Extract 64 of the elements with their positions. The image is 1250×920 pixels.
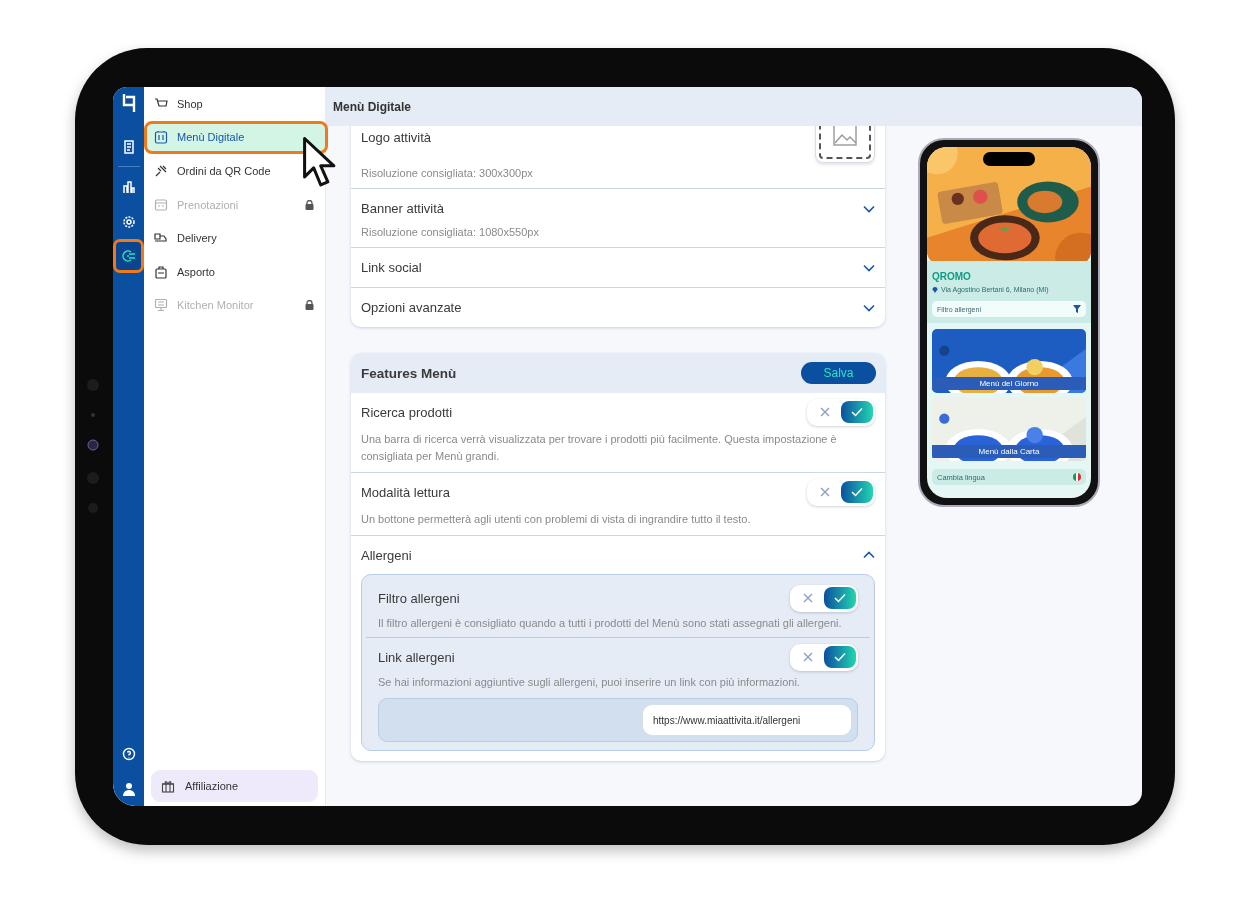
lock-icon bbox=[305, 199, 314, 210]
page-title: Menù Digitale bbox=[333, 99, 411, 114]
monitor-icon bbox=[154, 298, 168, 313]
logo-icon bbox=[121, 93, 136, 113]
flag-icon bbox=[1073, 473, 1081, 481]
toggle-switch[interactable] bbox=[807, 478, 875, 506]
affiliate-button[interactable]: Affiliazione bbox=[151, 770, 318, 802]
setting-label: Ricerca prodotti bbox=[361, 404, 453, 420]
lock-icon bbox=[305, 300, 314, 311]
receipt-icon bbox=[121, 139, 136, 154]
chevron-icon[interactable] bbox=[863, 204, 875, 213]
chevron-icon[interactable] bbox=[863, 263, 875, 272]
hint-text: Risoluzione consigliata: 1080x550px bbox=[361, 226, 540, 240]
toggle-switch[interactable] bbox=[790, 584, 858, 612]
sidebar-item[interactable]: Shop bbox=[144, 87, 318, 121]
close-icon bbox=[820, 487, 830, 497]
hint-text: Risoluzione consigliata: 300x300px bbox=[361, 167, 534, 181]
setting-label: Filtro allergeni bbox=[378, 590, 460, 606]
sidebar-item[interactable]: Delivery bbox=[144, 221, 318, 255]
close-icon bbox=[803, 593, 813, 603]
check-icon bbox=[834, 652, 846, 662]
setting-label: Logo attività bbox=[361, 130, 432, 145]
card-title: Features Menù bbox=[361, 365, 457, 381]
chevron-icon[interactable] bbox=[863, 303, 875, 312]
sidebar-item[interactable]: Menù Digitale bbox=[144, 120, 328, 155]
toggle-switch[interactable] bbox=[790, 643, 858, 671]
toggle-switch[interactable] bbox=[807, 398, 875, 426]
settings-icon bbox=[121, 214, 136, 229]
setting-description: Il filtro allergeni è consigliato quando a tutti i prodotti del Menù sono stati assegnati gli allergeni. bbox=[378, 617, 843, 631]
menu-card[interactable]: Menù dalla Carta bbox=[932, 397, 1086, 461]
url-field[interactable]: https://www.miaattivita.it/allergeni bbox=[643, 705, 851, 735]
close-icon bbox=[803, 652, 813, 662]
setting-label: Opzioni avanzate bbox=[361, 300, 462, 315]
sidebar-item[interactable]: Asporto bbox=[144, 254, 318, 289]
calendar-icon bbox=[154, 197, 168, 212]
chevron-icon[interactable] bbox=[863, 551, 875, 559]
setting-description: Se hai informazioni aggiuntive sugli allergeni, puoi inserire un link con più informazioni. bbox=[378, 676, 801, 690]
menu-card-icon bbox=[154, 130, 168, 145]
bag-icon bbox=[154, 264, 168, 279]
plug-icon bbox=[121, 249, 136, 263]
gift-icon bbox=[161, 779, 175, 793]
menu-card-title: Menù del Giorno bbox=[932, 377, 1086, 390]
setting-description: Un bottone permetterà agli utenti con problemi di vista di ingrandire tutto il testo. bbox=[361, 512, 752, 527]
image-icon bbox=[833, 126, 857, 146]
setting-description: Una barra di ricerca verrà visualizzata per trovare i prodotti più facilmente. Questa impostazione è consigliata per Menù grandi. bbox=[361, 432, 838, 464]
help-icon bbox=[121, 746, 136, 761]
setting-label: Banner attività bbox=[361, 201, 445, 216]
menu-card-title: Menù dalla Carta bbox=[932, 445, 1086, 458]
check-icon bbox=[834, 593, 846, 603]
user-icon bbox=[121, 781, 136, 796]
setting-label: Link allergeni bbox=[378, 649, 455, 665]
check-icon bbox=[851, 407, 863, 417]
setting-label: Modalità lettura bbox=[361, 484, 450, 500]
save-button[interactable]: Salva bbox=[801, 362, 876, 384]
setting-label: Link social bbox=[361, 260, 422, 275]
check-icon bbox=[851, 487, 863, 497]
setting-label: Allergeni bbox=[361, 547, 412, 563]
close-icon bbox=[820, 407, 830, 417]
phone-notch bbox=[983, 152, 1035, 166]
location-pin-icon bbox=[932, 286, 938, 293]
restaurant-name: QROMO bbox=[932, 271, 972, 282]
filter-icon bbox=[1073, 305, 1081, 313]
menu-card[interactable]: Menù del Giorno bbox=[932, 329, 1086, 393]
bar-chart-icon bbox=[121, 179, 136, 194]
